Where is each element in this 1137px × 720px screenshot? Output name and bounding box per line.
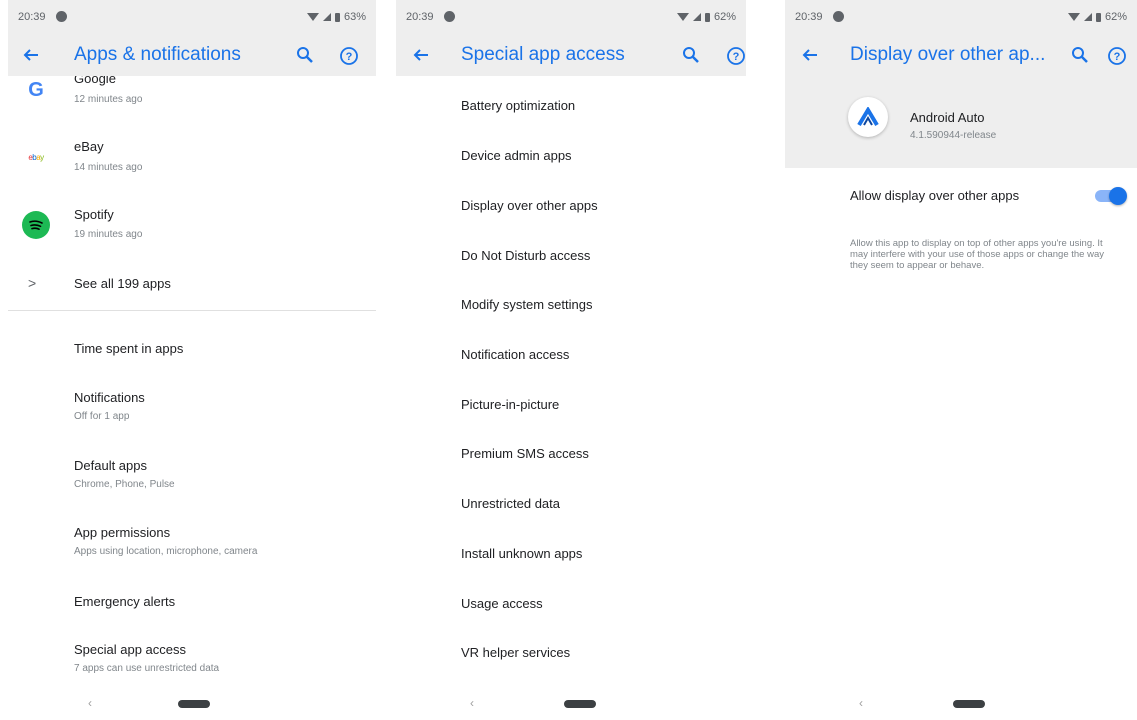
status-bar: 20:39 62%: [785, 0, 1137, 34]
battery-icon: [1095, 12, 1101, 22]
app-name: Android Auto: [910, 110, 985, 125]
app-info-header: Android Auto 4.1.590944-release: [785, 76, 1137, 168]
status-indicators: 62%: [1067, 11, 1127, 23]
battery-icon: [704, 12, 710, 22]
battery-icon: [334, 12, 340, 22]
signal-icon: [322, 13, 331, 21]
setting-subtitle: Apps using location, microphone, camera: [74, 546, 258, 557]
divider: [8, 310, 376, 311]
item-label: Unrestricted data: [461, 496, 560, 511]
wifi-icon: [676, 13, 689, 21]
item-label: Usage access: [461, 596, 543, 611]
status-indicators: 62%: [676, 11, 736, 23]
search-icon[interactable]: [682, 46, 700, 64]
chevron-right-icon: >: [28, 275, 37, 291]
setting-subtitle: Off for 1 app: [74, 411, 130, 422]
signal-icon: [692, 13, 701, 21]
back-arrow-icon[interactable]: [412, 46, 430, 64]
page-title: Apps & notifications: [74, 44, 241, 65]
android-auto-icon: [848, 97, 888, 137]
nav-home-button[interactable]: [564, 700, 596, 708]
apps-notifications-screen: 20:39 63% Apps & notifications ? G Googl…: [8, 0, 376, 720]
item-label: Picture-in-picture: [461, 397, 560, 412]
apps-list: G Google 12 minutes ago ebay eBay 14 min…: [8, 76, 376, 688]
status-bar: 20:39 62%: [396, 0, 746, 34]
notification-dot-icon: [56, 11, 67, 22]
see-all-label: See all 199 apps: [74, 276, 171, 291]
wifi-icon: [1067, 13, 1080, 21]
nav-home-button[interactable]: [178, 700, 210, 708]
app-name: eBay: [74, 139, 104, 154]
svg-text:?: ?: [1114, 51, 1121, 63]
nav-back-button[interactable]: ‹: [88, 696, 92, 710]
app-bar: Apps & notifications ?: [8, 34, 376, 76]
nav-home-button[interactable]: [953, 700, 985, 708]
status-time: 20:39: [406, 11, 434, 23]
display-over-apps-screen: 20:39 62% Display over other ap... ? And…: [785, 0, 1137, 720]
status-indicators: 63%: [306, 11, 366, 23]
setting-title: Time spent in apps: [74, 341, 184, 356]
signal-icon: [1083, 13, 1092, 21]
allow-display-label: Allow display over other apps: [850, 188, 1020, 203]
setting-subtitle: 7 apps can use unrestricted data: [74, 663, 220, 674]
setting-subtitle: Chrome, Phone, Pulse: [74, 479, 175, 490]
wifi-icon: [306, 13, 319, 21]
special-app-access-screen: 20:39 62% Special app access ? Battery o…: [396, 0, 746, 720]
item-label: Modify system settings: [461, 297, 593, 312]
notification-dot-icon: [444, 11, 455, 22]
status-bar: 20:39 63%: [8, 0, 376, 34]
setting-title: Default apps: [74, 458, 147, 473]
help-icon[interactable]: ?: [339, 46, 359, 66]
app-last-used: 14 minutes ago: [74, 162, 143, 173]
notification-dot-icon: [833, 11, 844, 22]
item-label: Install unknown apps: [461, 546, 583, 561]
app-last-used: 19 minutes ago: [74, 229, 143, 240]
nav-back-button[interactable]: ‹: [859, 696, 863, 710]
google-icon: G: [28, 78, 44, 101]
app-bar: Special app access ?: [396, 34, 746, 76]
system-nav-bar: ‹: [396, 688, 746, 720]
item-label: Premium SMS access: [461, 446, 589, 461]
battery-percent: 62%: [713, 11, 736, 23]
status-time: 20:39: [18, 11, 46, 23]
back-arrow-icon[interactable]: [22, 46, 40, 64]
spotify-icon: [22, 211, 50, 239]
item-label: Do Not Disturb access: [461, 248, 591, 263]
app-last-used: 12 minutes ago: [74, 94, 143, 105]
svg-text:?: ?: [733, 51, 740, 63]
nav-back-button[interactable]: ‹: [470, 696, 474, 710]
app-name: Spotify: [74, 207, 114, 222]
setting-title: Emergency alerts: [74, 594, 176, 609]
item-label: Device admin apps: [461, 148, 572, 163]
allow-display-description: Allow this app to display on top of othe…: [850, 238, 1104, 271]
status-time: 20:39: [795, 11, 823, 23]
toggle-thumb: [1109, 187, 1127, 205]
app-bar: Display over other ap... ?: [785, 34, 1137, 76]
item-label: VR helper services: [461, 645, 571, 660]
back-arrow-icon[interactable]: [801, 46, 819, 64]
allow-display-toggle[interactable]: [1095, 187, 1127, 205]
item-label: Display over other apps: [461, 198, 598, 213]
battery-percent: 62%: [1104, 11, 1127, 23]
help-icon[interactable]: ?: [726, 46, 746, 66]
setting-title: Notifications: [74, 390, 145, 405]
battery-percent: 63%: [343, 11, 366, 23]
ebay-icon: ebay: [28, 152, 44, 162]
app-name: Google: [74, 76, 116, 86]
item-label: Notification access: [461, 347, 570, 362]
svg-text:?: ?: [346, 51, 353, 63]
item-label: Battery optimization: [461, 98, 576, 113]
search-icon[interactable]: [296, 46, 314, 64]
setting-title: App permissions: [74, 525, 171, 540]
page-title: Display over other ap...: [850, 44, 1046, 65]
search-icon[interactable]: [1071, 46, 1089, 64]
page-title: Special app access: [461, 44, 625, 65]
system-nav-bar: ‹: [785, 688, 1137, 720]
special-access-list: Battery optimization Device admin apps D…: [396, 76, 746, 688]
help-icon[interactable]: ?: [1107, 46, 1127, 66]
system-nav-bar: ‹: [8, 688, 376, 720]
app-version: 4.1.590944-release: [910, 130, 997, 141]
setting-title: Special app access: [74, 642, 187, 657]
